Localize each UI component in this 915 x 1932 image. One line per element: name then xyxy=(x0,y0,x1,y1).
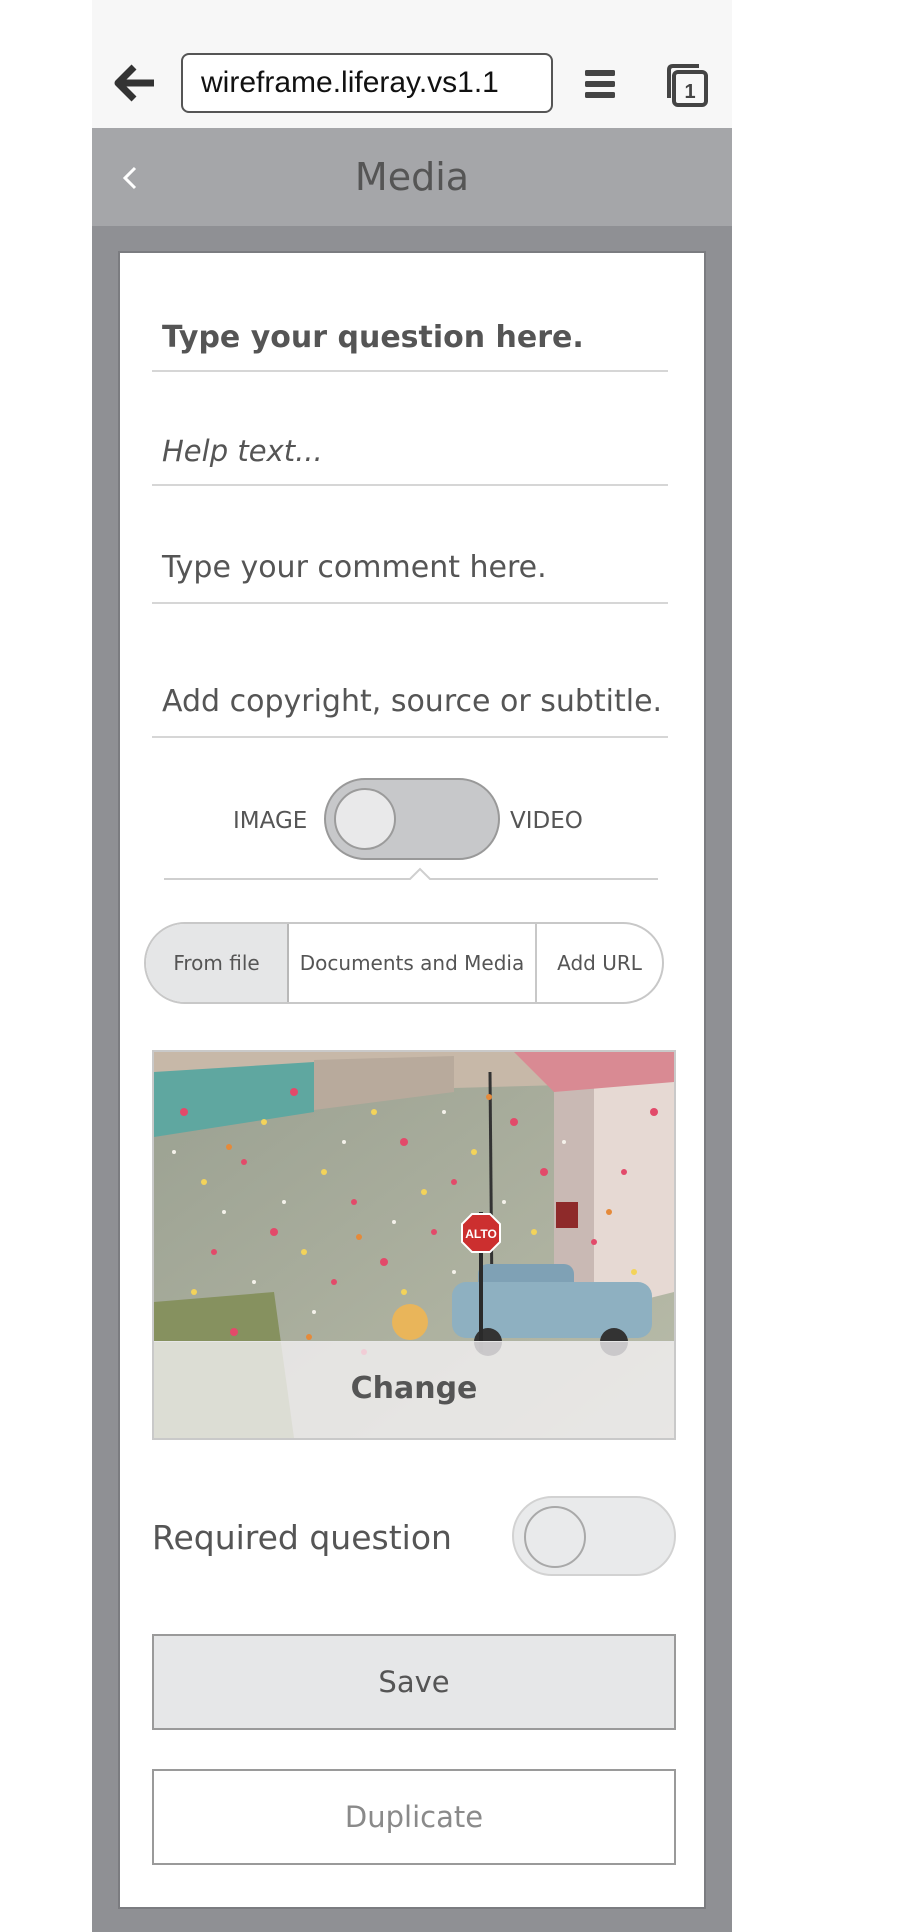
change-image-button[interactable]: Change xyxy=(154,1341,674,1438)
comment-input[interactable]: Type your comment here. xyxy=(152,550,668,604)
media-preview: ALTO Change xyxy=(152,1050,676,1440)
save-button[interactable]: Save xyxy=(152,1634,676,1730)
tabs-icon[interactable]: 1 xyxy=(663,62,709,108)
help-text-input[interactable]: Help text... xyxy=(152,434,668,486)
back-arrow-icon[interactable] xyxy=(114,63,156,103)
required-question-label: Required question xyxy=(152,1518,452,1557)
phone-viewport: wireframe.liferay.vs1.1 1 Media Type you… xyxy=(92,0,732,1932)
tab-from-file[interactable]: From file xyxy=(146,924,289,1002)
browser-bar: wireframe.liferay.vs1.1 1 xyxy=(92,0,732,128)
menu-icon[interactable] xyxy=(582,68,618,100)
video-option-label: VIDEO xyxy=(510,808,583,834)
tab-documents-and-media[interactable]: Documents and Media xyxy=(289,924,537,1002)
tab-count: 1 xyxy=(684,81,695,103)
copyright-input[interactable]: Add copyright, source or subtitle. xyxy=(152,684,668,738)
question-input[interactable]: Type your question here. xyxy=(152,320,668,372)
address-bar[interactable]: wireframe.liferay.vs1.1 xyxy=(181,53,553,113)
tab-add-url[interactable]: Add URL xyxy=(537,924,662,1002)
duplicate-button[interactable]: Duplicate xyxy=(152,1769,676,1865)
page-title: Media xyxy=(354,155,470,199)
toggle-knob xyxy=(524,1506,586,1568)
toggle-knob xyxy=(334,788,396,850)
image-option-label: IMAGE xyxy=(233,808,308,834)
source-tabs: From file Documents and Media Add URL xyxy=(144,922,664,1004)
required-question-toggle[interactable] xyxy=(512,1496,676,1576)
divider-caret xyxy=(164,867,658,880)
media-type-toggle[interactable] xyxy=(324,778,500,860)
stop-sign-text: ALTO xyxy=(465,1227,497,1241)
